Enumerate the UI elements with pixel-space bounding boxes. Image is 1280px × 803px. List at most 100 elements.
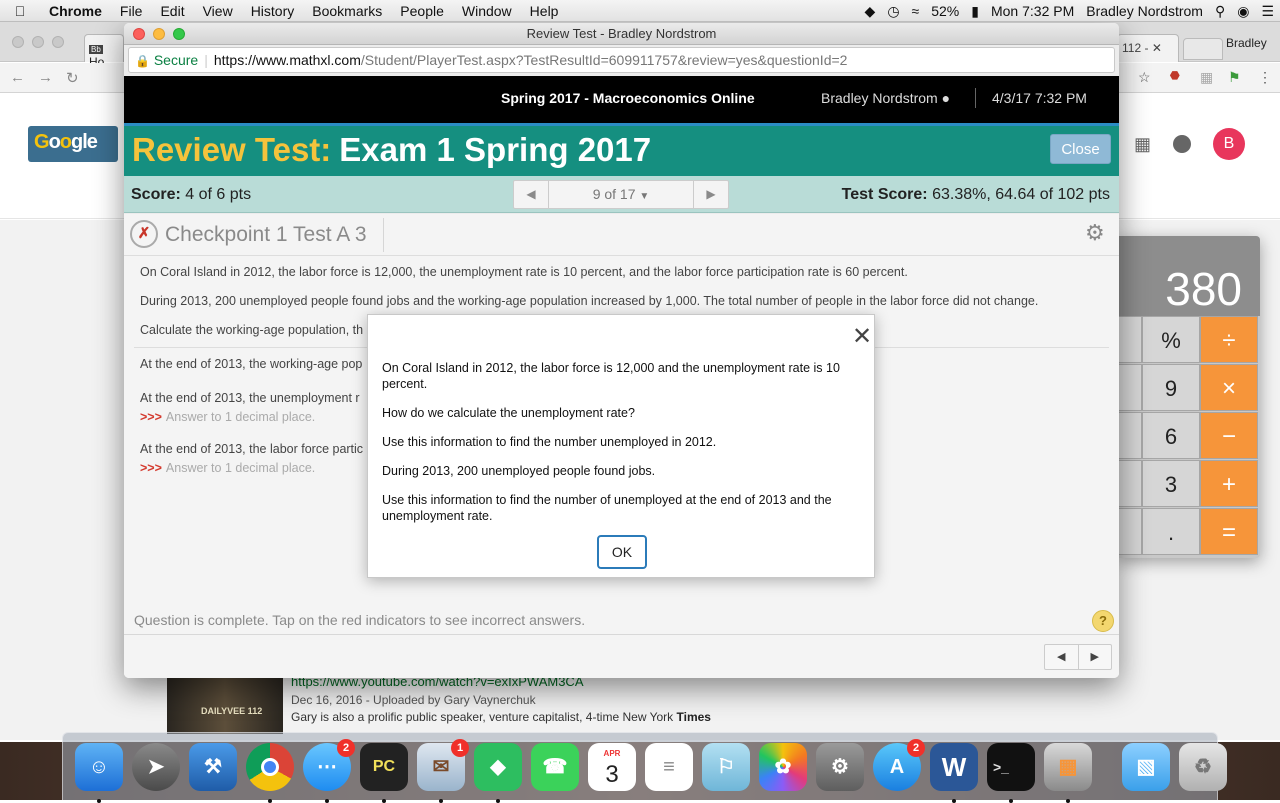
calculator-dock-icon[interactable]: ▦ <box>1044 742 1092 803</box>
ok-button[interactable]: OK <box>597 535 647 569</box>
close-icon[interactable]: ✕ <box>852 325 872 349</box>
menu-bookmarks[interactable]: Bookmarks <box>303 3 391 19</box>
adblock-icon[interactable]: ⬣ <box>1170 69 1180 82</box>
window-titlebar[interactable]: Review Test - Bradley Nordstrom <box>124 23 1119 45</box>
back-icon[interactable]: ← <box>10 69 25 86</box>
menu-help[interactable]: Help <box>521 3 568 19</box>
bg-minimize-icon[interactable] <box>32 36 44 48</box>
terminal-icon[interactable]: >_ <box>987 742 1035 803</box>
maps-icon[interactable]: ⚐ <box>702 742 750 791</box>
calc-key-6[interactable]: 6 <box>1142 412 1200 459</box>
question-select[interactable]: 9 of 17 ▼ <box>548 181 694 208</box>
timemachine-icon[interactable]: ◷ <box>881 3 905 20</box>
trash-icon[interactable]: ♻ <box>1179 742 1227 791</box>
bottom-prev-button[interactable]: ◀ <box>1045 645 1078 669</box>
calc-key-9[interactable]: 9 <box>1142 364 1200 411</box>
launchpad-icon[interactable]: ➤ <box>132 742 180 791</box>
facetime-icon[interactable]: ☎ <box>531 742 579 791</box>
background-tab[interactable]: Bb Ho <box>84 34 124 69</box>
calc-key-divide[interactable]: ÷ <box>1200 316 1258 363</box>
calc-key-3[interactable]: 3 <box>1142 460 1200 507</box>
battery-icon[interactable]: ▮ <box>965 3 985 20</box>
close-button[interactable]: Close <box>1050 134 1111 164</box>
menu-app-chrome[interactable]: Chrome <box>40 3 111 19</box>
calc-key-partial[interactable] <box>1118 508 1142 555</box>
reminders-icon[interactable]: ≡ <box>645 742 693 791</box>
answer-hint[interactable]: >>> Answer to 1 decimal place. <box>140 410 315 424</box>
app-store-icon[interactable]: A2 <box>873 738 925 791</box>
address-bar[interactable]: 🔒 Secure | https://www.mathxl.com/Student/… <box>128 47 1115 73</box>
lock-icon[interactable]: 🔒 <box>135 54 150 68</box>
mail-icon[interactable]: ✉ 1 <box>417 738 469 803</box>
bg-close-icon[interactable] <box>12 36 24 48</box>
chrome-icon[interactable] <box>246 742 294 803</box>
window-zoom-icon[interactable] <box>173 28 185 40</box>
siri-icon[interactable]: ◉ <box>1231 3 1255 20</box>
bg-zoom-icon[interactable] <box>52 36 64 48</box>
menu-file[interactable]: File <box>111 3 152 19</box>
reload-icon[interactable]: ↻ <box>66 69 79 87</box>
incorrect-status-icon[interactable]: ✗ <box>130 220 158 248</box>
calc-key-partial[interactable] <box>1118 412 1142 459</box>
question-part: At the end of 2013, the unemployment r <box>140 391 360 405</box>
prev-question-button[interactable]: ◀ <box>514 181 548 208</box>
tab-close-icon[interactable]: ✕ <box>1152 41 1162 55</box>
menubar-user[interactable]: Bradley Nordstrom <box>1080 3 1209 19</box>
calendar-icon[interactable]: APR 3 <box>588 742 636 791</box>
menu-people[interactable]: People <box>391 3 453 19</box>
account-avatar[interactable]: B <box>1213 128 1246 160</box>
calc-key-decimal[interactable]: . <box>1142 508 1200 555</box>
gear-icon[interactable]: ⚙ <box>1085 220 1105 246</box>
evernote-icon[interactable]: ◆ <box>474 742 522 803</box>
menu-view[interactable]: View <box>194 3 242 19</box>
menu-edit[interactable]: Edit <box>151 3 193 19</box>
google-doodle-logo[interactable]: Google <box>28 126 118 162</box>
photos-icon[interactable]: ✿ <box>759 742 807 791</box>
extension-icon[interactable]: ▦ <box>1200 69 1213 86</box>
menu-window[interactable]: Window <box>453 3 521 19</box>
clock[interactable]: Mon 7:32 PM <box>985 3 1080 19</box>
word-icon[interactable]: W <box>930 742 978 803</box>
evernote-status-icon[interactable]: ◆ <box>859 3 882 20</box>
calc-key-percent[interactable]: % <box>1142 316 1200 363</box>
finder-icon[interactable]: ☺ <box>75 742 123 803</box>
video-thumbnail[interactable]: DAILYVEE 112 <box>167 676 283 734</box>
xcode-icon[interactable]: ⚒ <box>189 742 237 791</box>
bottom-next-button[interactable]: ▶ <box>1077 645 1112 669</box>
notifications-bell-icon[interactable] <box>1173 135 1192 153</box>
apple-menu-icon[interactable]:  <box>0 3 40 19</box>
battery-percent[interactable]: 52% <box>925 3 965 19</box>
window-minimize-icon[interactable] <box>153 28 165 40</box>
status-message: Question is complete. Tap on the red ind… <box>134 612 586 628</box>
next-question-button[interactable]: ▶ <box>694 181 728 208</box>
calc-key-add[interactable]: + <box>1200 460 1258 507</box>
profile-name[interactable]: Bradley <box>1226 36 1267 50</box>
calc-key-partial[interactable] <box>1118 460 1142 507</box>
answer-hint[interactable]: >>> Answer to 1 decimal place. <box>140 461 315 475</box>
new-tab-button[interactable] <box>1183 38 1223 60</box>
calc-key-multiply[interactable]: × <box>1200 364 1258 411</box>
chrome-menu-icon[interactable]: ⋮ <box>1258 69 1272 86</box>
page-title-text: Exam 1 Spring 2017 <box>339 131 652 168</box>
google-header-right: ▦ B <box>1134 128 1246 160</box>
calc-key-partial[interactable] <box>1118 316 1142 363</box>
pycharm-icon[interactable]: PC <box>360 742 408 803</box>
spotlight-icon[interactable]: ⚲ <box>1209 3 1231 20</box>
apps-grid-icon[interactable]: ▦ <box>1134 134 1151 155</box>
background-tab-2[interactable]: 112 - ✕ <box>1117 34 1179 62</box>
downloads-folder-icon[interactable]: ▧ <box>1122 742 1170 791</box>
messages-icon[interactable]: ⋯ 2 <box>303 738 355 803</box>
calc-key-subtract[interactable]: − <box>1200 412 1258 459</box>
dialog-text: How do we calculate the unemployment rat… <box>382 406 635 420</box>
notification-center-icon[interactable]: ☰ <box>1255 3 1280 20</box>
window-close-icon[interactable] <box>133 28 145 40</box>
calc-key-partial[interactable] <box>1118 364 1142 411</box>
system-preferences-icon[interactable]: ⚙ <box>816 742 864 791</box>
calc-key-equals[interactable]: = <box>1200 508 1258 555</box>
wifi-icon[interactable]: ≈ <box>906 3 926 19</box>
forward-icon[interactable]: → <box>38 69 53 86</box>
menu-history[interactable]: History <box>242 3 304 19</box>
bookmark-star-icon[interactable]: ☆ <box>1138 69 1151 86</box>
extension-2-icon[interactable]: ⚑ <box>1228 69 1241 86</box>
help-icon[interactable]: ? <box>1092 610 1114 632</box>
